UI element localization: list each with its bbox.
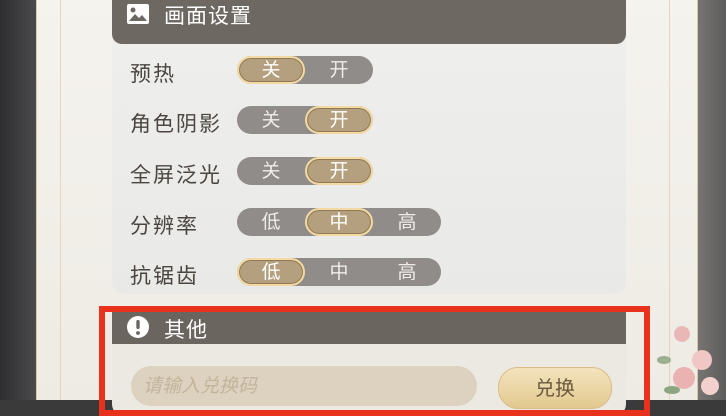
anti-aliasing-option-low[interactable]: 低 — [237, 258, 305, 286]
resolution-selector[interactable]: 低 中 高 — [237, 208, 441, 236]
other-header: 其他 — [112, 306, 626, 344]
resolution-option-high[interactable]: 高 — [373, 208, 441, 236]
anti-aliasing-selector[interactable]: 低 中 高 — [237, 258, 441, 286]
other-title: 其他 — [164, 318, 208, 342]
character-shadow-option-off[interactable]: 关 — [237, 106, 305, 134]
bloom-option-on[interactable]: 开 — [305, 157, 373, 185]
anti-aliasing-option-high[interactable]: 高 — [373, 258, 441, 286]
preheat-toggle[interactable]: 关 开 — [237, 56, 373, 84]
flower-decoration — [657, 326, 719, 395]
character-shadow-toggle[interactable]: 关 开 — [237, 106, 373, 134]
graphics-settings-header: 画面设置 — [112, 0, 626, 44]
resolution-label: 分辨率 — [130, 214, 199, 238]
redeem-code-input[interactable] — [131, 366, 477, 406]
bloom-toggle[interactable]: 关 开 — [237, 157, 373, 185]
character-shadow-label: 角色阴影 — [130, 112, 222, 136]
anti-aliasing-option-medium[interactable]: 中 — [305, 258, 373, 286]
image-icon — [127, 4, 149, 24]
resolution-option-low[interactable]: 低 — [237, 208, 305, 236]
preheat-label: 预热 — [130, 62, 176, 86]
resolution-option-medium[interactable]: 中 — [305, 208, 373, 236]
graphics-settings-title: 画面设置 — [164, 4, 252, 28]
bloom-label: 全屏泛光 — [130, 163, 222, 187]
preheat-option-off[interactable]: 关 — [237, 56, 305, 84]
bloom-option-off[interactable]: 关 — [237, 157, 305, 185]
redeem-button[interactable]: 兑换 — [498, 367, 612, 409]
anti-aliasing-label: 抗锯齿 — [130, 264, 199, 288]
exclamation-icon — [127, 316, 149, 338]
preheat-option-on[interactable]: 开 — [305, 56, 373, 84]
graphics-settings-section: 画面设置 — [112, 0, 626, 294]
character-shadow-option-on[interactable]: 开 — [305, 106, 373, 134]
